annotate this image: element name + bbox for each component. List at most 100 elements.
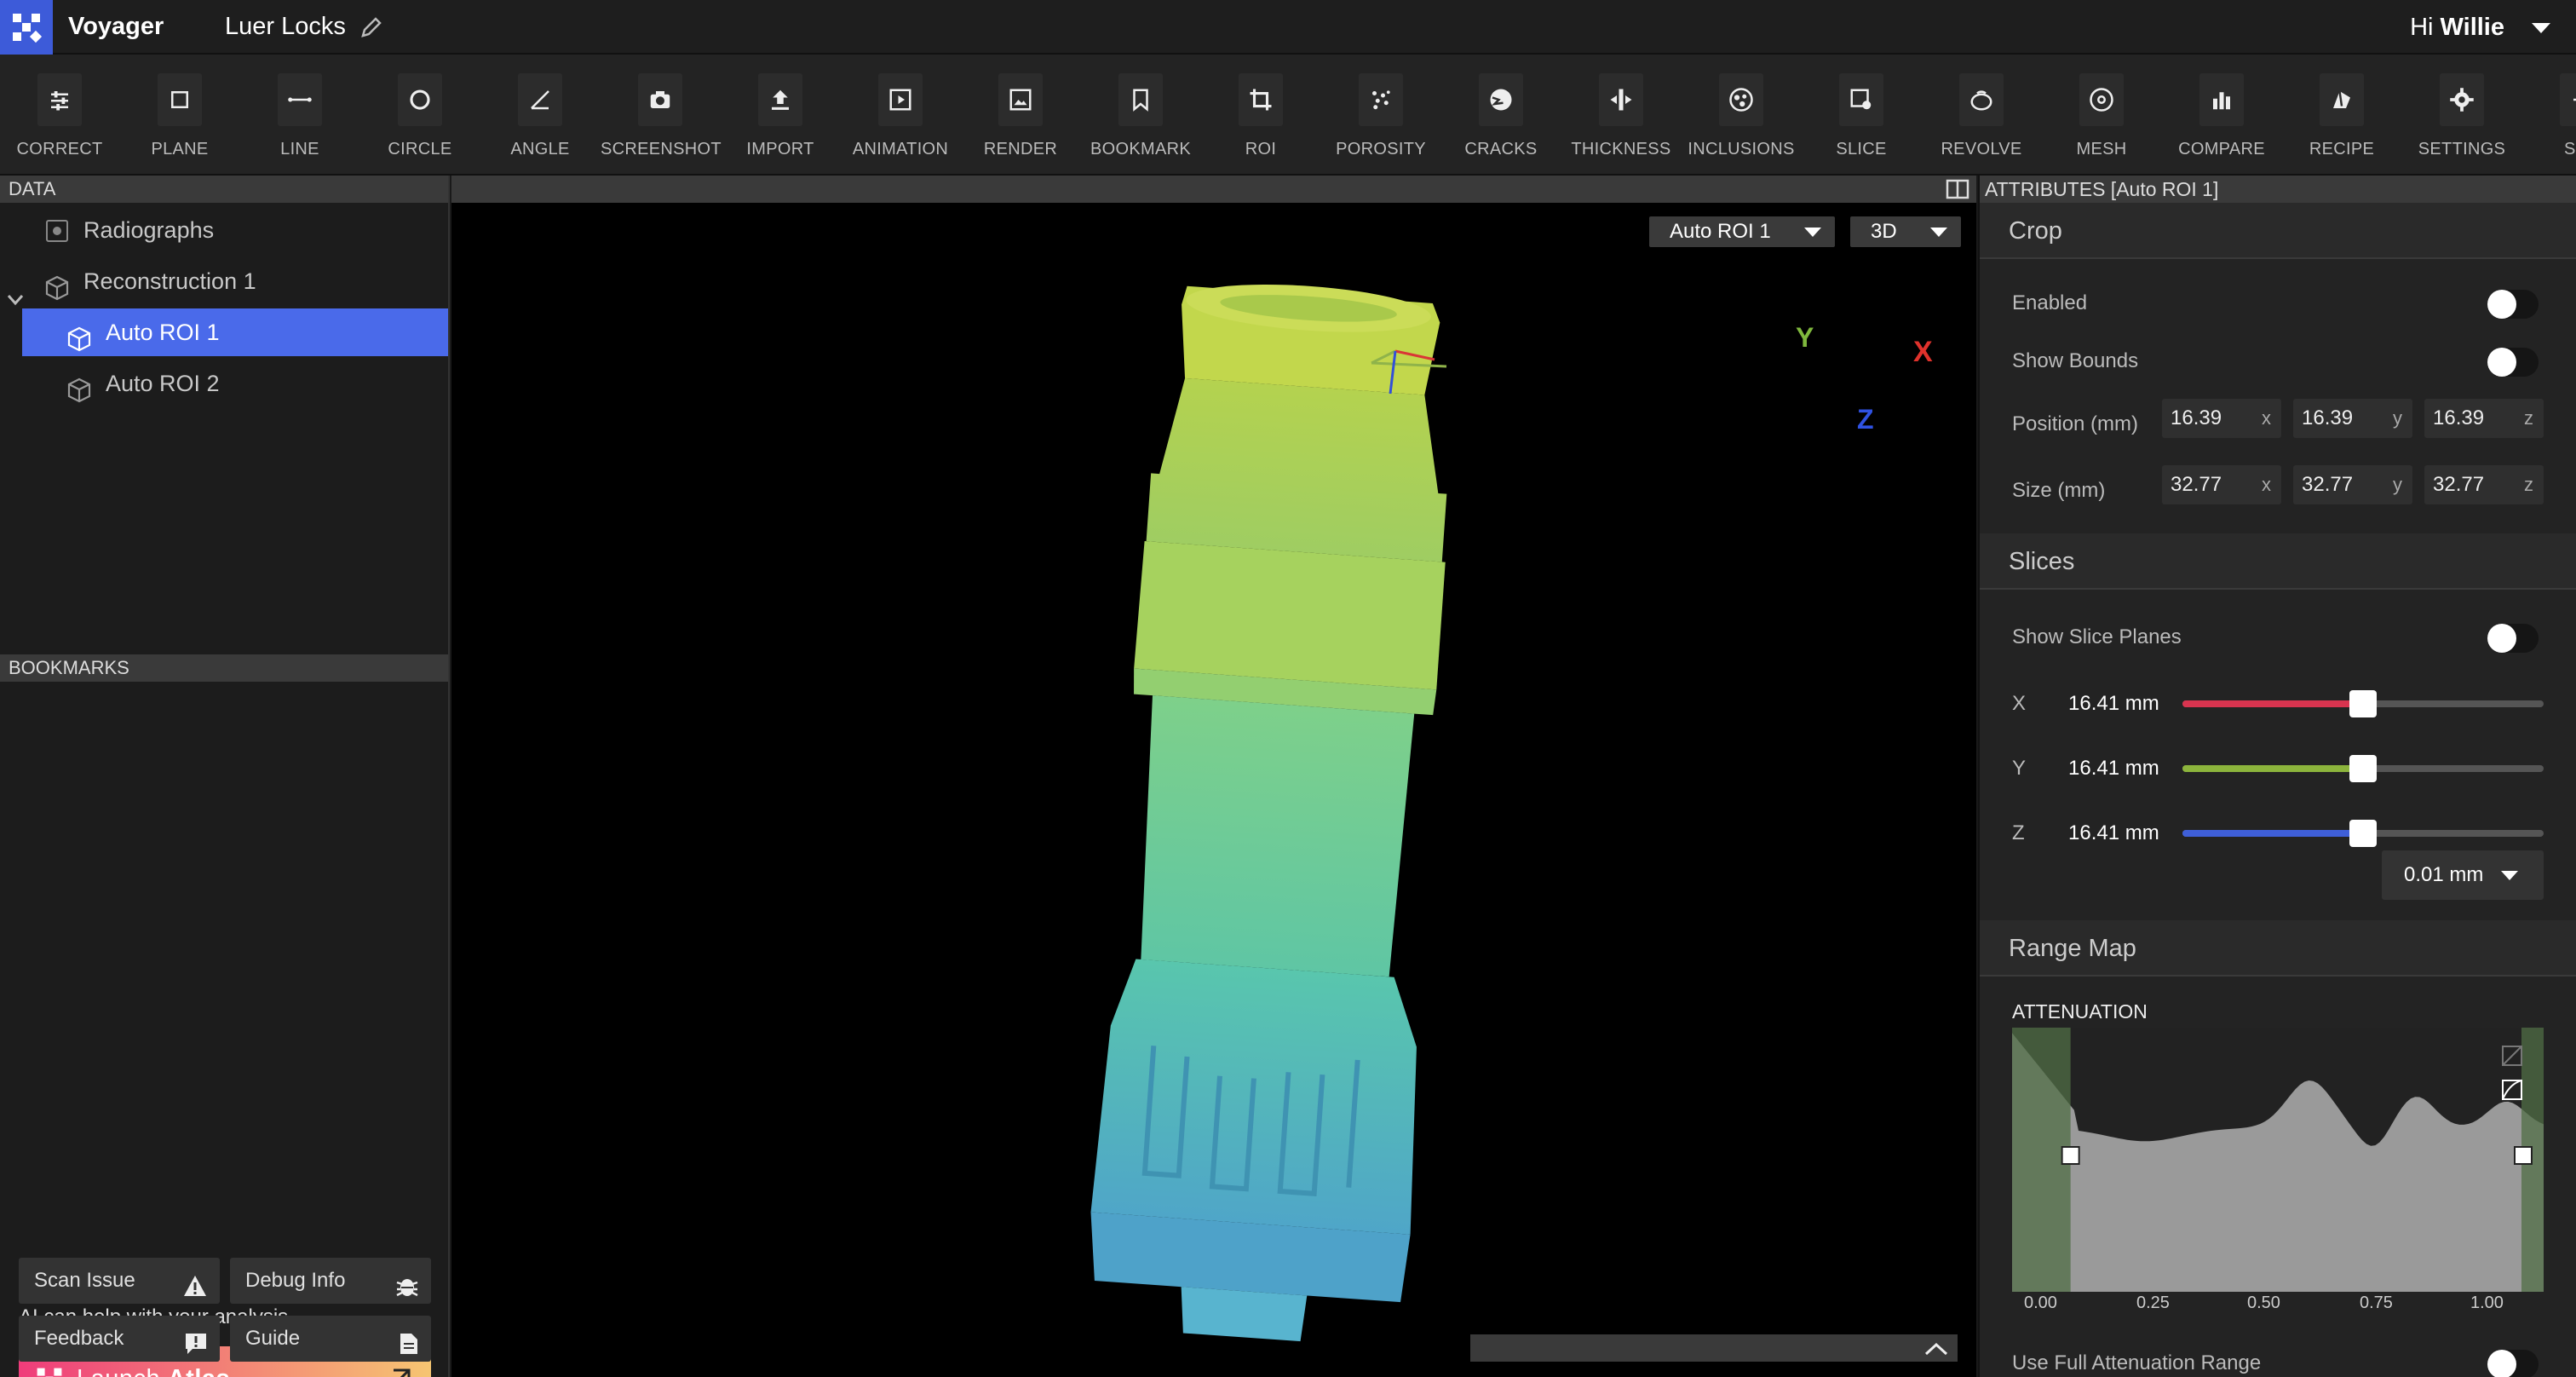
slice-slider-fill (2182, 765, 2363, 772)
tool-sha[interactable]: SHA (2522, 73, 2576, 167)
slices-section-header[interactable]: Slices (1980, 533, 2576, 590)
tool-line[interactable]: LINE (240, 73, 359, 167)
slice-value: 16.41 mm (2068, 821, 2159, 844)
range-max-handle[interactable] (2514, 1146, 2533, 1165)
tool-import[interactable]: IMPORT (721, 73, 840, 167)
scan-issue-button[interactable]: Scan Issue (19, 1258, 220, 1304)
slice-slider-thumb[interactable] (2349, 820, 2377, 847)
tool-angle[interactable]: ANGLE (480, 73, 600, 167)
tree-item-reconstruction[interactable]: Reconstruction 1 (0, 257, 450, 306)
slice-slider-track[interactable] (2182, 690, 2544, 717)
timeline-collapse-bar[interactable] (1470, 1334, 1958, 1362)
button-label: Debug Info (245, 1269, 346, 1292)
tool-label: CRACKS (1464, 140, 1538, 158)
top-bar: Voyager Luer Locks Hi Willie (0, 0, 2576, 55)
axis-letter: y (2393, 407, 2402, 429)
tool-label: PLANE (151, 140, 209, 158)
square-icon (158, 73, 202, 126)
tool-label: ANGLE (510, 140, 570, 158)
full-range-toggle[interactable] (2487, 1350, 2539, 1377)
chevron-up-icon[interactable] (1923, 1341, 1949, 1361)
position-y-field[interactable]: 16.39 y (2293, 399, 2412, 438)
tree-item-auto-roi-2[interactable]: Auto ROI 2 (0, 360, 450, 407)
tool-cracks[interactable]: CRACKS (1441, 73, 1561, 167)
size-label: Size (mm) (2012, 479, 2106, 502)
slice-slider-track[interactable] (2182, 755, 2544, 782)
slice-slider-thumb[interactable] (2349, 755, 2377, 782)
chevron-down-icon[interactable] (7, 274, 24, 322)
feedback-button[interactable]: Feedback (19, 1316, 220, 1362)
enabled-label: Enabled (2012, 291, 2088, 314)
full-range-label: Use Full Attenuation Range (2012, 1351, 2262, 1374)
tool-porosity[interactable]: POROSITY (1321, 73, 1440, 167)
linear-scale-icon[interactable] (2502, 1046, 2522, 1066)
crop-section-header[interactable]: Crop (1980, 203, 2576, 259)
split-view-icon[interactable] (1946, 179, 1969, 204)
upload-icon (758, 73, 802, 126)
sliders-icon (37, 73, 82, 126)
tree-item-auto-roi-1[interactable]: Auto ROI 1 (22, 308, 448, 356)
recipe-icon (2320, 73, 2364, 126)
chevron-down-icon[interactable] (2532, 23, 2550, 33)
user-name: Willie (2440, 14, 2504, 41)
user-greeting[interactable]: Hi Willie (2410, 14, 2504, 42)
image-icon (998, 73, 1043, 126)
crop-icon (1239, 73, 1283, 126)
step-size-select[interactable]: 0.01 mm (2382, 850, 2544, 900)
tool-label: INCLUSIONS (1688, 140, 1795, 158)
tool-slice[interactable]: SLICE (1802, 73, 1921, 167)
tool-compare[interactable]: COMPARE (2162, 73, 2281, 167)
tool-inclusions[interactable]: INCLUSIONS (1682, 73, 1801, 167)
histogram-chart[interactable] (2012, 1028, 2544, 1292)
toolbar: CORRECT PLANE LINE CIRCLE ANGLE SCREENSHOT IMP… (0, 55, 2576, 176)
line-measure-icon (278, 73, 322, 126)
tool-render[interactable]: RENDER (961, 73, 1080, 167)
size-z-field[interactable]: 32.77 z (2424, 465, 2544, 504)
tool-label: RECIPE (2309, 140, 2375, 158)
project-name[interactable]: Luer Locks (225, 13, 346, 41)
tool-plane[interactable]: PLANE (120, 73, 239, 167)
attenuation-label: ATTENUATION (2012, 1000, 2148, 1023)
roi-select[interactable]: Auto ROI 1 (1649, 216, 1835, 247)
size-y-field[interactable]: 32.77 y (2293, 465, 2412, 504)
crop-enabled-toggle[interactable] (2487, 290, 2539, 319)
attributes-panel: ATTRIBUTES [Auto ROI 1] Crop Enabled Sho… (1978, 176, 2576, 1377)
play-box-icon (878, 73, 923, 126)
cracks-icon (1479, 73, 1523, 126)
view-mode-select[interactable]: 3D (1850, 216, 1961, 247)
slice-slider-thumb[interactable] (2349, 690, 2377, 717)
guide-button[interactable]: Guide (230, 1316, 431, 1362)
tool-bookmark[interactable]: BOOKMARK (1081, 73, 1200, 167)
debug-info-button[interactable]: Debug Info (230, 1258, 431, 1304)
tool-settings[interactable]: SETTINGS (2402, 73, 2521, 167)
tool-thickness[interactable]: THICKNESS (1561, 73, 1681, 167)
show-bounds-toggle[interactable] (2487, 348, 2539, 377)
slice-value: 16.41 mm (2068, 692, 2159, 715)
greeting-text: Hi (2410, 14, 2434, 41)
axis-letter: z (2524, 474, 2533, 495)
range-min-handle[interactable] (2061, 1146, 2080, 1165)
tool-roi[interactable]: ROI (1201, 73, 1320, 167)
slice-slider-track[interactable] (2182, 820, 2544, 847)
tool-animation[interactable]: ANIMATION (841, 73, 960, 167)
range-map-section-header[interactable]: Range Map (1980, 920, 2576, 977)
voyager-logo[interactable] (0, 0, 53, 55)
show-slice-planes-toggle[interactable] (2487, 624, 2539, 653)
pencil-icon[interactable] (359, 15, 383, 43)
position-x-field[interactable]: 16.39 x (2162, 399, 2281, 438)
position-z-field[interactable]: 16.39 z (2424, 399, 2544, 438)
button-label: Guide (245, 1327, 301, 1350)
tool-circle[interactable]: CIRCLE (360, 73, 480, 167)
tool-screenshot[interactable]: SCREENSHOT (601, 73, 722, 167)
3d-viewport[interactable]: Y X Z (451, 203, 1976, 1377)
luer-lock-render[interactable] (451, 203, 1976, 1377)
tool-correct[interactable]: CORRECT (0, 73, 119, 167)
tool-revolve[interactable]: REVOLVE (1922, 73, 2041, 167)
tree-item-radiographs[interactable]: Radiographs (0, 206, 450, 254)
attenuation-histogram[interactable] (2012, 1028, 2544, 1292)
log-scale-icon[interactable] (2502, 1080, 2522, 1100)
step-size-value: 0.01 mm (2404, 863, 2484, 886)
tool-recipe[interactable]: RECIPE (2282, 73, 2401, 167)
tool-mesh[interactable]: MESH (2042, 73, 2161, 167)
size-x-field[interactable]: 32.77 x (2162, 465, 2281, 504)
